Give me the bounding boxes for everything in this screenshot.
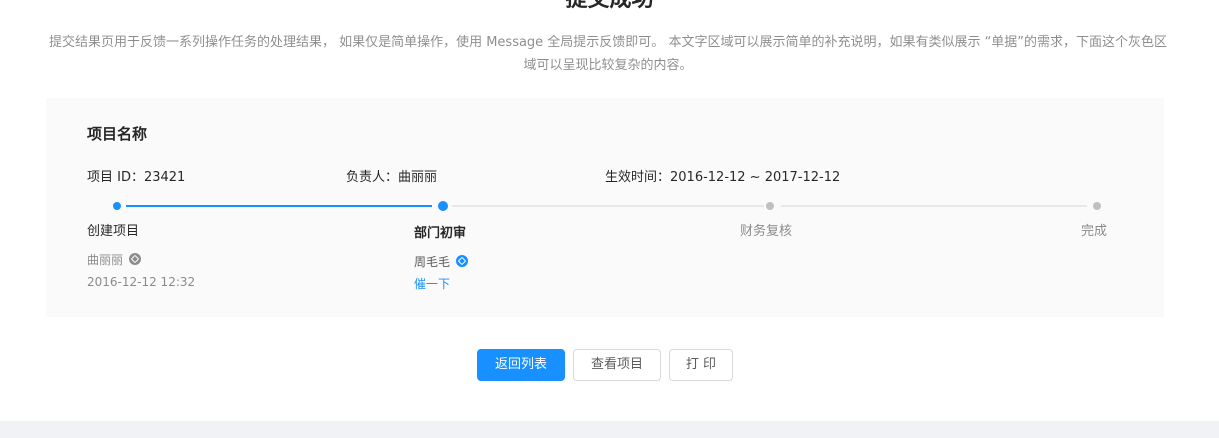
step-title-create: 创建项目 (87, 224, 140, 239)
step-dot-process (438, 201, 448, 211)
step-dot-wait (1093, 202, 1101, 210)
project-owner: 负责人：曲丽丽 (346, 170, 438, 185)
detail-panel: 项目名称 项目 ID：23421 负责人：曲丽丽 生效时间：2016-12-12… (46, 98, 1164, 317)
footer-band (0, 421, 1219, 438)
step-title-finance: 财务复核 (740, 224, 793, 239)
step-time-create: 2016-12-12 12:32 (87, 275, 196, 289)
step-person-review: 周毛毛 (414, 253, 469, 271)
print-button[interactable]: 打 印 (669, 349, 733, 381)
result-title: 提交成功 (0, 0, 1219, 14)
step-title-complete: 完成 (1081, 224, 1108, 239)
view-project-button[interactable]: 查看项目 (573, 349, 661, 381)
dingding-icon[interactable] (456, 255, 469, 267)
dingding-icon (129, 253, 142, 265)
steps-progress-line-done (126, 205, 432, 207)
urge-link[interactable]: 催一下 (414, 275, 450, 293)
project-effective-time: 生效时间：2016-12-12 ~ 2017-12-12 (605, 170, 841, 185)
project-id: 项目 ID：23421 (87, 170, 186, 185)
steps-progress-line-wait (452, 205, 764, 207)
step-person-name: 周毛毛 (414, 255, 451, 269)
step-person-name: 曲丽丽 (87, 253, 124, 267)
step-dot-wait (766, 202, 774, 210)
step-person-create: 曲丽丽 (87, 251, 142, 269)
step-dot-finish (113, 202, 121, 210)
steps-progress-line-wait (781, 205, 1087, 207)
back-to-list-button[interactable]: 返回列表 (477, 349, 565, 381)
project-name: 项目名称 (87, 125, 148, 143)
step-title-review: 部门初审 (414, 226, 467, 241)
result-description: 提交结果页用于反馈一系列操作任务的处理结果， 如果仅是简单操作，使用 Messa… (48, 35, 1168, 73)
